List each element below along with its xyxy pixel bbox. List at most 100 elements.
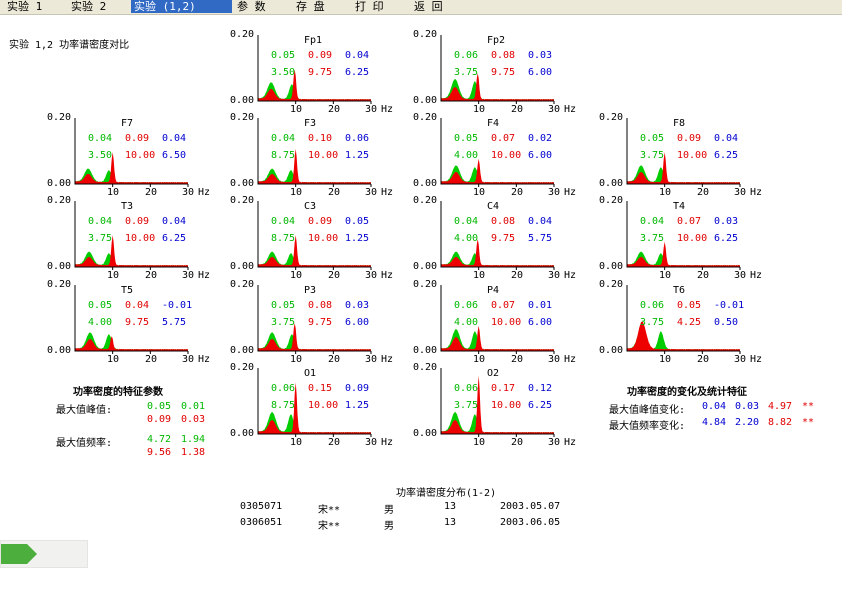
peak-exp2-t4: 0.07	[677, 216, 702, 227]
x-tick-label-20: 20	[511, 354, 524, 365]
freq-diff-f8: 6.25	[714, 150, 739, 161]
y-max-label: 0.20	[413, 29, 438, 40]
peak-diff-t5: -0.01	[162, 300, 193, 311]
feature-freq-label: 最大值频率:	[56, 438, 113, 449]
menu-item-2[interactable]: 实验 2	[68, 0, 134, 13]
peak-diff-p4: 0.01	[528, 300, 553, 311]
peak-exp1-t6: 0.06	[640, 300, 665, 311]
freq-exp2-f3: 10.00	[308, 150, 339, 161]
freq-exp2-t6: 4.25	[677, 317, 702, 328]
peak-exp2-p3: 0.08	[308, 300, 333, 311]
y-min-label: 0.00	[599, 178, 624, 189]
freq-diff-fp1: 6.25	[345, 67, 370, 78]
freq-exp2-t3: 10.00	[125, 233, 156, 244]
peak-diff-o2: 0.12	[528, 383, 553, 394]
channel-name-fp2: Fp2	[487, 35, 506, 46]
y-max-label: 0.20	[230, 29, 255, 40]
page-title: 实验 1,2 功率谱密度对比	[9, 40, 130, 51]
feature-peak-sd-2: 0.03	[181, 414, 206, 425]
menu-item-3[interactable]: 实验 (1,2)	[131, 0, 232, 13]
x-unit-label: Hz	[198, 270, 211, 281]
x-tick-label-20: 20	[511, 187, 524, 198]
x-unit-label: Hz	[381, 270, 394, 281]
peak-diff-f4: 0.02	[528, 133, 553, 144]
taskbar-widget[interactable]	[0, 540, 88, 568]
distribution-row-1-id: 0305071	[240, 501, 283, 512]
change-peak-t: 4.97	[768, 401, 793, 412]
channel-name-f3: F3	[304, 118, 317, 129]
y-min-label: 0.00	[413, 178, 438, 189]
channel-name-f7: F7	[121, 118, 134, 129]
change-peak-mean: 0.04	[702, 401, 727, 412]
x-tick-label-10: 10	[107, 187, 120, 198]
freq-diff-c3: 1.25	[345, 233, 370, 244]
freq-exp2-t4: 10.00	[677, 233, 708, 244]
y-max-label: 0.20	[47, 195, 72, 206]
feature-peak-mean-2: 0.09	[147, 414, 172, 425]
freq-exp1-t4: 3.75	[640, 233, 665, 244]
x-tick-label-10: 10	[107, 270, 120, 281]
y-max-label: 0.20	[599, 279, 624, 290]
menu-item-5[interactable]: 存 盘	[293, 0, 349, 13]
y-min-label: 0.00	[413, 95, 438, 106]
distribution-row-2-age: 13	[444, 517, 457, 528]
x-tick-label-10: 10	[290, 270, 303, 281]
freq-exp1-fp2: 3.75	[454, 67, 479, 78]
change-freq-sig: **	[802, 417, 815, 428]
y-max-label: 0.20	[599, 195, 624, 206]
x-unit-label: Hz	[381, 354, 394, 365]
peak-exp2-c4: 0.08	[491, 216, 516, 227]
y-max-label: 0.20	[413, 362, 438, 373]
change-freq-label: 最大值频率变化:	[609, 421, 686, 432]
change-freq-t: 8.82	[768, 417, 793, 428]
channel-name-o2: O2	[487, 368, 500, 379]
freq-exp2-f4: 10.00	[491, 150, 522, 161]
menu-item-6[interactable]: 打 印	[352, 0, 408, 13]
x-tick-label-30: 30	[182, 270, 195, 281]
x-tick-label-10: 10	[107, 354, 120, 365]
x-tick-label-10: 10	[659, 270, 672, 281]
x-tick-label-30: 30	[182, 187, 195, 198]
peak-exp1-o1: 0.06	[271, 383, 296, 394]
peak-exp1-p4: 0.06	[454, 300, 479, 311]
freq-exp2-c3: 10.00	[308, 233, 339, 244]
peak-diff-c4: 0.04	[528, 216, 553, 227]
x-unit-label: Hz	[198, 354, 211, 365]
freq-diff-o2: 6.25	[528, 400, 553, 411]
peak-exp1-fp1: 0.05	[271, 50, 296, 61]
y-max-label: 0.20	[599, 112, 624, 123]
freq-diff-o1: 1.25	[345, 400, 370, 411]
psd-area-exp2-t4	[627, 241, 740, 267]
freq-exp1-t3: 3.75	[88, 233, 113, 244]
x-tick-label-20: 20	[145, 354, 158, 365]
x-tick-label-20: 20	[328, 270, 341, 281]
y-max-label: 0.20	[413, 195, 438, 206]
play-icon	[1, 544, 37, 564]
x-tick-label-30: 30	[548, 187, 561, 198]
peak-diff-f7: 0.04	[162, 133, 187, 144]
y-max-label: 0.20	[230, 195, 255, 206]
freq-diff-t5: 5.75	[162, 317, 187, 328]
peak-exp2-t6: 0.05	[677, 300, 702, 311]
peak-exp2-f7: 0.09	[125, 133, 150, 144]
peak-exp2-t3: 0.09	[125, 216, 150, 227]
change-peak-sd: 0.03	[735, 401, 760, 412]
y-min-label: 0.00	[230, 95, 255, 106]
x-unit-label: Hz	[750, 187, 763, 198]
menu-item-1[interactable]: 实验 1	[4, 0, 70, 13]
channel-name-f4: F4	[487, 118, 500, 129]
freq-exp1-c4: 4.00	[454, 233, 479, 244]
peak-exp1-c3: 0.04	[271, 216, 296, 227]
y-min-label: 0.00	[413, 261, 438, 272]
y-min-label: 0.00	[47, 261, 72, 272]
y-max-label: 0.20	[230, 279, 255, 290]
x-tick-label-30: 30	[548, 104, 561, 115]
freq-exp1-t5: 4.00	[88, 317, 113, 328]
channel-name-f8: F8	[673, 118, 686, 129]
y-max-label: 0.20	[413, 279, 438, 290]
peak-diff-t4: 0.03	[714, 216, 739, 227]
freq-diff-t6: 0.50	[714, 317, 739, 328]
menu-item-7[interactable]: 返 回	[411, 0, 457, 13]
menu-item-4[interactable]: 参 数	[234, 0, 290, 13]
x-tick-label-10: 10	[473, 187, 486, 198]
